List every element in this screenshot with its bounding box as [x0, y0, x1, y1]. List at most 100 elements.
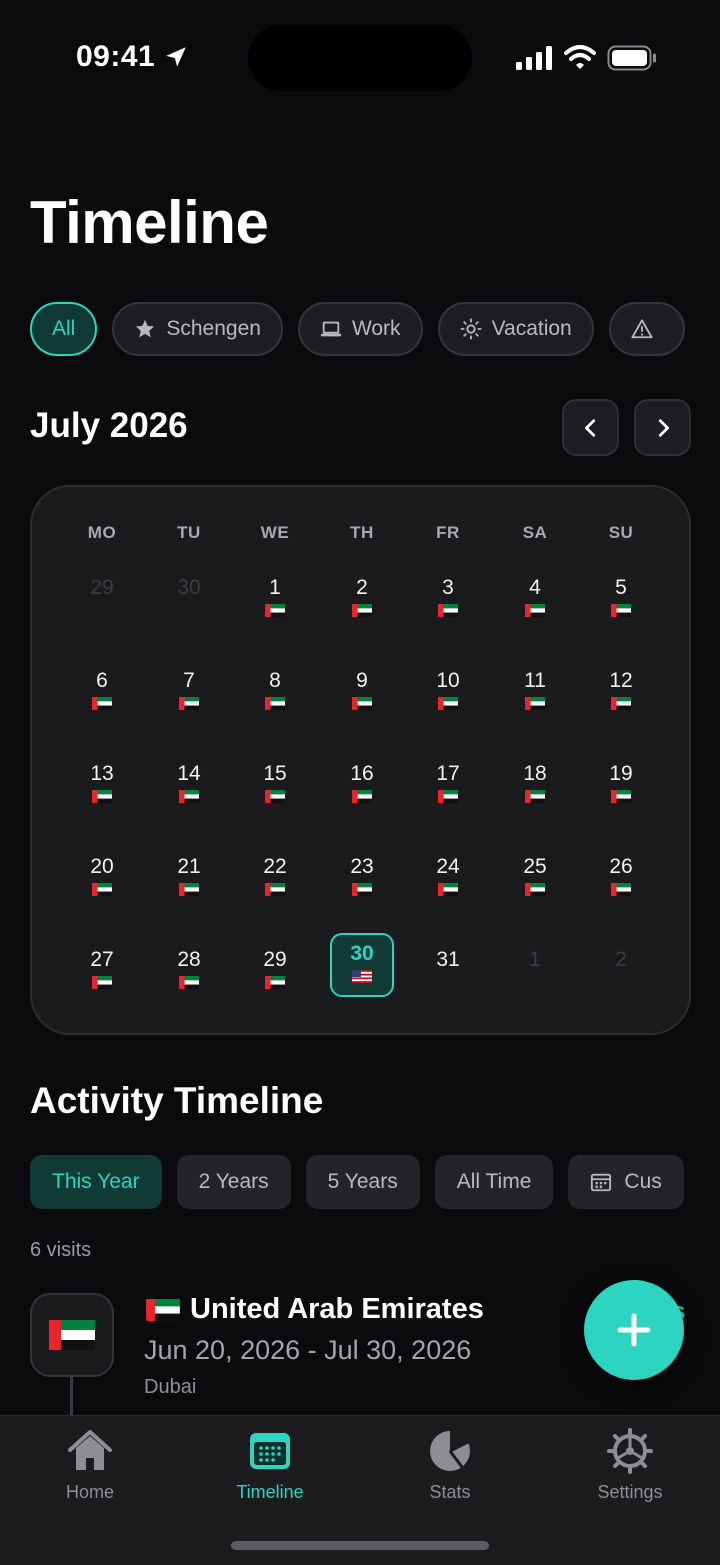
status-time: 09:41: [76, 40, 156, 73]
calendar-day[interactable]: 19: [581, 761, 661, 821]
next-month-button[interactable]: [634, 399, 691, 456]
calendar-day[interactable]: 18: [495, 761, 575, 821]
uae-flag-icon: [352, 604, 372, 617]
uae-flag-icon: [92, 883, 112, 896]
range-this-year-chip[interactable]: This Year: [30, 1155, 162, 1209]
calendar-day[interactable]: 9: [322, 668, 402, 728]
calendar-day[interactable]: 15: [235, 761, 315, 821]
calendar-day[interactable]: 10: [408, 668, 488, 728]
calendar-day[interactable]: 28: [149, 947, 229, 1007]
day-number: 12: [609, 669, 633, 692]
day-number: 27: [90, 948, 114, 971]
range-all-time-chip[interactable]: All Time: [434, 1155, 554, 1209]
tab-settings[interactable]: Settings: [550, 1428, 710, 1503]
visit-city: Dubai: [144, 1376, 197, 1398]
filter-all-chip[interactable]: All: [30, 302, 98, 356]
calendar-day[interactable]: 24: [408, 854, 488, 914]
calendar-day[interactable]: 26: [581, 854, 661, 914]
calendar-day[interactable]: 25: [495, 854, 575, 914]
range-label: All Time: [456, 1170, 532, 1193]
calendar-day[interactable]: 20: [62, 854, 142, 914]
home-indicator: [231, 1541, 489, 1550]
day-number: 1: [269, 576, 281, 599]
calendar-day[interactable]: 12: [581, 668, 661, 728]
filter-schengen-label: Schengen: [166, 317, 261, 340]
tab-stats[interactable]: Stats: [370, 1428, 530, 1503]
day-number: 2: [615, 948, 627, 971]
range-label: Cus: [624, 1170, 662, 1193]
day-number: 18: [523, 762, 547, 785]
calendar-day[interactable]: 17: [408, 761, 488, 821]
tab-stats-label: Stats: [429, 1482, 471, 1502]
wifi-icon: [564, 45, 596, 69]
laptop-icon: [320, 318, 342, 340]
calendar-day[interactable]: 16: [322, 761, 402, 821]
day-number: 10: [436, 669, 460, 692]
day-number: 30: [177, 576, 201, 599]
day-number: 11: [524, 669, 546, 692]
calendar-grid: MO TU WE TH FR SA SU 29 30 1 2 3 4 5 6 7 8 9 10 11 12 13 14 15 1…: [30, 485, 691, 1035]
day-number: 2: [356, 576, 368, 599]
uae-flag-icon: [611, 883, 631, 896]
range-label: This Year: [52, 1170, 140, 1193]
sun-icon: [460, 318, 482, 340]
calendar-icon: [591, 1173, 612, 1192]
calendar-day[interactable]: 22: [235, 854, 315, 914]
day-number: 24: [436, 855, 460, 878]
uae-flag-icon: [611, 790, 631, 803]
visit-country[interactable]: United Arab Emirates: [146, 1293, 484, 1326]
visit-flag-badge[interactable]: [30, 1293, 114, 1377]
calendar-day[interactable]: 3: [408, 575, 488, 635]
calendar-day: 2: [581, 947, 661, 1007]
plus-icon: [617, 1313, 651, 1347]
weekday-header: FR: [436, 523, 460, 542]
calendar-day[interactable]: 31: [408, 947, 488, 1007]
gear-icon: [607, 1428, 653, 1474]
uae-flag-icon: [525, 883, 545, 896]
calendar-day[interactable]: 21: [149, 854, 229, 914]
previous-month-button[interactable]: [562, 399, 619, 456]
day-number: 29: [263, 948, 287, 971]
calendar-day[interactable]: 23: [322, 854, 402, 914]
filter-work-chip[interactable]: Work: [297, 302, 423, 356]
uae-flag-icon: [611, 697, 631, 710]
dynamic-island: [248, 25, 472, 91]
day-number: 6: [96, 669, 108, 692]
uae-flag-icon: [525, 790, 545, 803]
calendar-day[interactable]: 29: [235, 947, 315, 1007]
uae-flag-icon: [179, 976, 199, 989]
calendar-day[interactable]: 7: [149, 668, 229, 728]
calendar-day[interactable]: 1: [235, 575, 315, 635]
filter-warning-chip[interactable]: [608, 302, 685, 356]
uae-flag-icon: [179, 697, 199, 710]
tab-home[interactable]: Home: [10, 1428, 170, 1503]
calendar-day[interactable]: 13: [62, 761, 142, 821]
status-bar: 09:41: [0, 0, 720, 110]
calendar-day[interactable]: 5: [581, 575, 661, 635]
calendar-day-today[interactable]: 30: [330, 933, 394, 997]
filter-schengen-chip[interactable]: Schengen: [112, 302, 283, 356]
range-5-years-chip[interactable]: 5 Years: [305, 1155, 420, 1209]
range-custom-chip[interactable]: Cus: [568, 1155, 684, 1209]
uae-flag-icon: [179, 790, 199, 803]
pie-chart-icon: [430, 1430, 470, 1471]
weekday-header: TH: [350, 523, 374, 542]
calendar-day[interactable]: 4: [495, 575, 575, 635]
calendar-day[interactable]: 2: [322, 575, 402, 635]
day-number: 23: [350, 855, 374, 878]
add-visit-button[interactable]: [584, 1280, 684, 1380]
uae-flag-icon: [265, 883, 285, 896]
calendar-grid-icon: [250, 1433, 290, 1469]
filter-vacation-chip[interactable]: Vacation: [437, 302, 594, 356]
calendar-day[interactable]: 14: [149, 761, 229, 821]
calendar-day[interactable]: 6: [62, 668, 142, 728]
calendar-day[interactable]: 11: [495, 668, 575, 728]
uae-flag-icon: [438, 883, 458, 896]
day-number: 28: [177, 948, 201, 971]
calendar-day[interactable]: 8: [235, 668, 315, 728]
weekday-header: MO: [87, 523, 117, 542]
calendar-day[interactable]: 27: [62, 947, 142, 1007]
chevron-left-icon: [584, 418, 595, 437]
range-2-years-chip[interactable]: 2 Years: [176, 1155, 291, 1209]
tab-timeline[interactable]: Timeline: [190, 1428, 350, 1503]
